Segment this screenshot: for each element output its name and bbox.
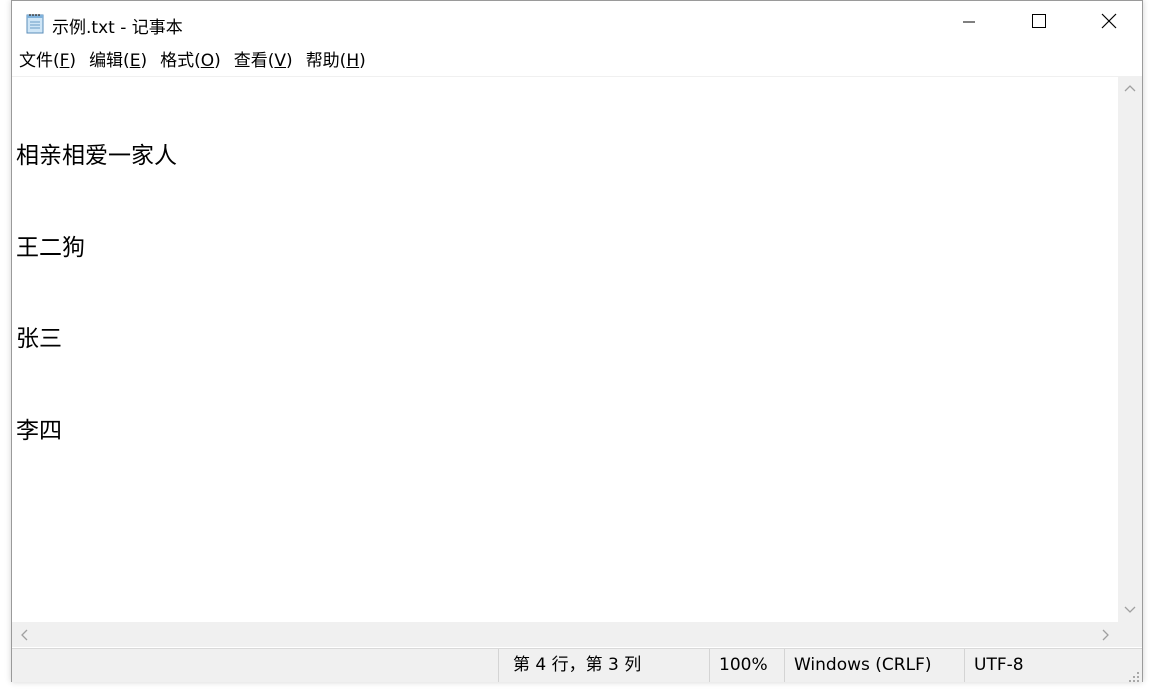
status-cursor-position: 第 4 行，第 3 列 (498, 649, 709, 682)
horizontal-scrollbar[interactable] (12, 622, 1118, 647)
resize-grip-icon[interactable] (1128, 668, 1140, 682)
text-editor[interactable]: 相亲相爱一家人 王二狗 张三 李四 (12, 76, 1118, 623)
editor-line: 李四 (16, 417, 62, 444)
close-button[interactable] (1074, 1, 1144, 45)
scrollbar-corner (1118, 622, 1142, 647)
editor-line: 王二狗 (16, 234, 85, 261)
vertical-scrollbar[interactable] (1118, 76, 1142, 622)
status-bar: 第 4 行，第 3 列 100% Windows (CRLF) UTF-8 (12, 648, 1142, 682)
menu-view[interactable]: 查看(V) (227, 48, 299, 74)
scroll-up-icon[interactable] (1118, 76, 1142, 100)
minimize-icon (962, 14, 976, 33)
menu-bar: 文件(F) 编辑(E) 格式(O) 查看(V) 帮助(H) (12, 47, 372, 75)
scroll-down-icon[interactable] (1118, 598, 1142, 622)
window-title: 示例.txt - 记事本 (52, 18, 183, 38)
maximize-button[interactable] (1004, 1, 1074, 45)
notepad-window: 示例.txt - 记事本 文件(F) 编辑(E) 格式(O) 查看(V) 帮助(… (11, 0, 1143, 682)
editor-line: 相亲相爱一家人 (16, 143, 177, 169)
status-zoom: 100% (709, 649, 784, 682)
menu-help[interactable]: 帮助(H) (299, 48, 372, 74)
scroll-left-icon[interactable] (12, 622, 36, 647)
close-icon (1101, 13, 1117, 33)
status-line-ending: Windows (CRLF) (784, 649, 964, 682)
menu-file[interactable]: 文件(F) (12, 48, 82, 74)
notepad-icon (25, 12, 45, 34)
minimize-button[interactable] (934, 1, 1004, 45)
menu-edit[interactable]: 编辑(E) (82, 48, 153, 74)
menu-format[interactable]: 格式(O) (153, 48, 227, 74)
status-encoding: UTF-8 (964, 649, 1124, 682)
scroll-right-icon[interactable] (1094, 622, 1118, 647)
editor-line: 张三 (16, 326, 62, 352)
maximize-icon (1031, 13, 1047, 33)
editor-content[interactable]: 相亲相爱一家人 王二狗 张三 李四 (16, 80, 177, 507)
title-bar[interactable]: 示例.txt - 记事本 (12, 1, 1142, 45)
